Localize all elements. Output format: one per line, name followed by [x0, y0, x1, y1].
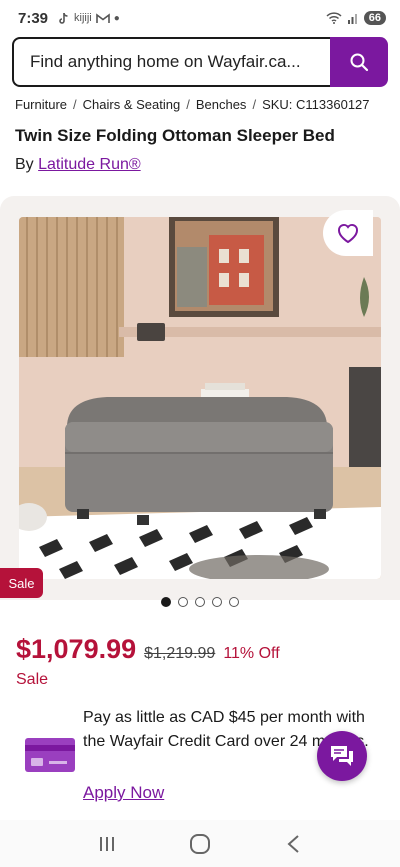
- kijiji-icon: kijiji: [74, 12, 92, 24]
- apply-now-link[interactable]: Apply Now: [83, 783, 164, 803]
- credit-card-icon: [25, 738, 75, 772]
- recent-apps-icon: [99, 836, 114, 851]
- back-icon: [287, 834, 299, 853]
- gallery-dot[interactable]: [229, 597, 239, 607]
- sale-label: Sale: [16, 671, 49, 688]
- gallery-dot[interactable]: [212, 597, 222, 607]
- product-title: Twin Size Folding Ottoman Sleeper Bed: [15, 126, 335, 145]
- product-photo-illustration: [19, 217, 381, 579]
- original-price: $1,219.99: [144, 645, 216, 662]
- gmail-icon: [95, 12, 110, 23]
- tiktok-icon: [59, 12, 68, 24]
- search-input[interactable]: [12, 37, 330, 87]
- breadcrumb-separator: /: [186, 97, 190, 112]
- gallery-pagination: [161, 597, 239, 607]
- gallery-dot[interactable]: [178, 597, 188, 607]
- more-dot-icon: ●: [113, 12, 120, 24]
- price-row: $1,079.99 $1,219.99 11% Off: [16, 634, 280, 665]
- wifi-icon: [326, 12, 342, 24]
- brand-link[interactable]: Latitude Run®: [38, 156, 141, 173]
- heart-icon: [338, 223, 358, 244]
- back-button[interactable]: [278, 829, 308, 859]
- battery-indicator: 66: [363, 11, 386, 25]
- status-bar: 7:39 kijiji ● 66: [0, 0, 400, 36]
- status-app-icons: kijiji ●: [58, 12, 120, 25]
- chat-icon: [331, 746, 353, 766]
- by-prefix: By: [15, 156, 34, 173]
- breadcrumb-furniture[interactable]: Furniture: [15, 97, 67, 112]
- breadcrumb-benches[interactable]: Benches: [196, 97, 247, 112]
- status-time: 7:39: [18, 9, 49, 27]
- current-price: $1,079.99: [16, 634, 137, 664]
- brand-line: By Latitude Run®: [15, 156, 141, 174]
- system-nav-bar: [0, 820, 400, 867]
- breadcrumb-chairs-seating[interactable]: Chairs & Seating: [83, 97, 181, 112]
- discount-percent: 11% Off: [223, 645, 280, 662]
- signal-icon: [347, 14, 357, 24]
- gallery-dot[interactable]: [195, 597, 205, 607]
- chat-button[interactable]: [317, 731, 367, 781]
- sale-badge: Sale: [0, 568, 43, 598]
- breadcrumb-separator: /: [73, 97, 77, 112]
- breadcrumb-sku: SKU: C113360127: [262, 97, 370, 112]
- search-bar: [12, 37, 388, 87]
- search-icon: [350, 53, 369, 72]
- product-gallery: [0, 196, 400, 600]
- breadcrumb-separator: /: [252, 97, 257, 112]
- status-right: 66: [326, 11, 386, 25]
- recent-apps-button[interactable]: [92, 829, 122, 859]
- home-icon: [189, 833, 210, 854]
- product-image[interactable]: [19, 217, 381, 579]
- search-button[interactable]: [330, 37, 388, 87]
- favorite-button[interactable]: [323, 210, 373, 256]
- breadcrumb: Furniture / Chairs & Seating / Benches /…: [15, 97, 370, 112]
- gallery-dot[interactable]: [161, 597, 171, 607]
- home-button[interactable]: [185, 829, 215, 859]
